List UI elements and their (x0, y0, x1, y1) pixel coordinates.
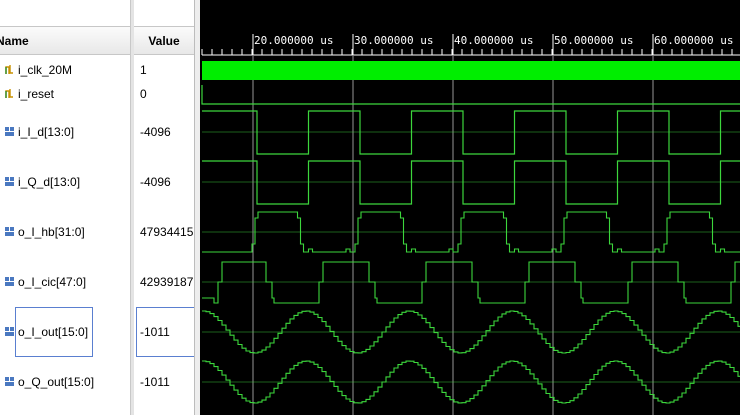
waveform-display[interactable]: 20.000000 us 30.000000 us 40.000000 us 50.0… (200, 0, 740, 415)
value-panel-toolbar (134, 0, 194, 26)
bus-signal-icon (5, 377, 14, 386)
o-i-cic-trace (202, 261, 740, 304)
waveform-canvas[interactable]: 20.000000 us 30.000000 us 40.000000 us 50.0… (200, 0, 740, 415)
signal-name: i_Q_d[13:0] (18, 175, 81, 189)
ruler-tick-label: 20.000000 us (254, 34, 333, 47)
bit-signal-icon (5, 65, 13, 74)
bus-signal-icon (5, 227, 14, 236)
time-ruler[interactable]: 20.000000 us 30.000000 us 40.000000 us 50.0… (201, 34, 740, 56)
signal-value: 42939187 (140, 275, 194, 289)
signal-row-i-i-d[interactable]: i_I_d[13:0] (0, 122, 130, 142)
time-gridlines (252, 56, 654, 415)
signal-value: -4096 (140, 125, 171, 139)
signal-value: -4096 (140, 175, 171, 189)
signal-name: o_Q_out[15:0] (18, 375, 95, 389)
i-i-d-trace (202, 110, 740, 155)
bus-signal-icon (5, 327, 14, 336)
signal-row-o-i-out[interactable]: o_I_out[15:0] (0, 322, 130, 342)
signal-row-i-clk[interactable]: i_clk_20M (0, 60, 130, 80)
signal-name: o_I_cic[47:0] (18, 275, 87, 289)
bus-signal-icon (5, 127, 14, 136)
signal-name: i_I_d[13:0] (18, 125, 75, 139)
bus-signal-icon (5, 177, 14, 186)
signal-value: -1011 (140, 375, 170, 389)
ruler-tick-label: 60.000000 us (654, 34, 733, 47)
signal-name: o_I_hb[31:0] (18, 225, 85, 239)
name-panel-toolbar (0, 0, 130, 26)
waveform-traces (201, 61, 740, 404)
ruler-tick-label: 50.000000 us (554, 34, 633, 47)
signal-row-o-i-hb[interactable]: o_I_hb[31:0] (0, 222, 130, 242)
signal-value: 1 (140, 63, 147, 77)
signal-value-panel: Value 1 0 -4096 -4096 47934415 42939187 … (134, 0, 194, 415)
i-q-d-trace (202, 160, 740, 205)
signal-value: 0 (140, 87, 147, 101)
signal-name: i_clk_20M (18, 63, 73, 77)
bus-signal-icon (5, 277, 14, 286)
signal-name: i_reset (18, 87, 55, 101)
ruler-tick-label: 40.000000 us (454, 34, 533, 47)
bit-signal-icon (5, 89, 13, 98)
signal-row-o-q-out[interactable]: o_Q_out[15:0] (0, 372, 130, 392)
clock-trace (202, 61, 740, 80)
signal-value: 47934415 (140, 225, 194, 239)
signal-name: o_I_out[15:0] (18, 325, 89, 339)
name-column-header[interactable]: Name (0, 26, 130, 55)
signal-row-o-i-cic[interactable]: o_I_cic[47:0] (0, 272, 130, 292)
signal-value: -1011 (140, 325, 170, 339)
signal-row-i-reset[interactable]: i_reset (0, 84, 130, 104)
signal-name-panel: Name i_clk_20M i_reset i_I_d[13:0] i_Q_d… (0, 0, 130, 415)
value-column-header[interactable]: Value (134, 26, 194, 55)
signal-row-i-q-d[interactable]: i_Q_d[13:0] (0, 172, 130, 192)
reset-trace (201, 85, 740, 105)
ruler-tick-label: 30.000000 us (354, 34, 433, 47)
